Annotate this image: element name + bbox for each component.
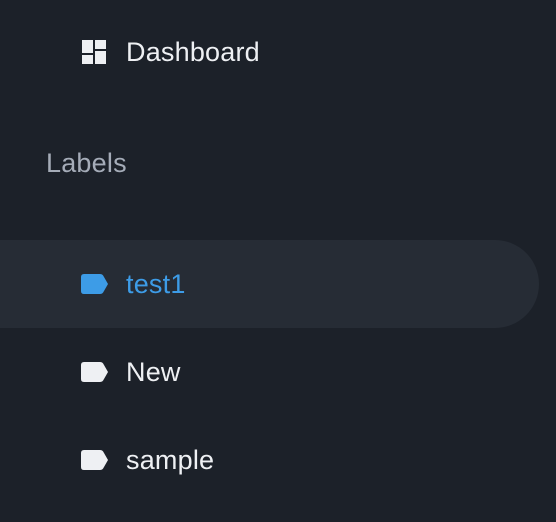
label-tag-icon	[81, 274, 108, 294]
dashboard-icon	[81, 39, 107, 65]
sidebar-item-label: Dashboard	[126, 36, 260, 67]
sidebar-item-label: New	[126, 356, 181, 387]
sidebar-item-label-new[interactable]: New	[0, 328, 539, 416]
sidebar-item-label-test1[interactable]: test1	[0, 240, 539, 328]
sidebar-item-dashboard[interactable]: Dashboard	[0, 8, 540, 96]
sidebar-item-label: sample	[126, 444, 215, 475]
sidebar: Dashboard Labels test1 New sample	[0, 0, 556, 522]
labels-section-title: Labels	[46, 148, 127, 178]
sidebar-item-label-sample[interactable]: sample	[0, 416, 539, 504]
label-tag-icon	[81, 362, 108, 382]
label-tag-icon	[81, 450, 108, 470]
sidebar-item-label: test1	[126, 268, 186, 299]
